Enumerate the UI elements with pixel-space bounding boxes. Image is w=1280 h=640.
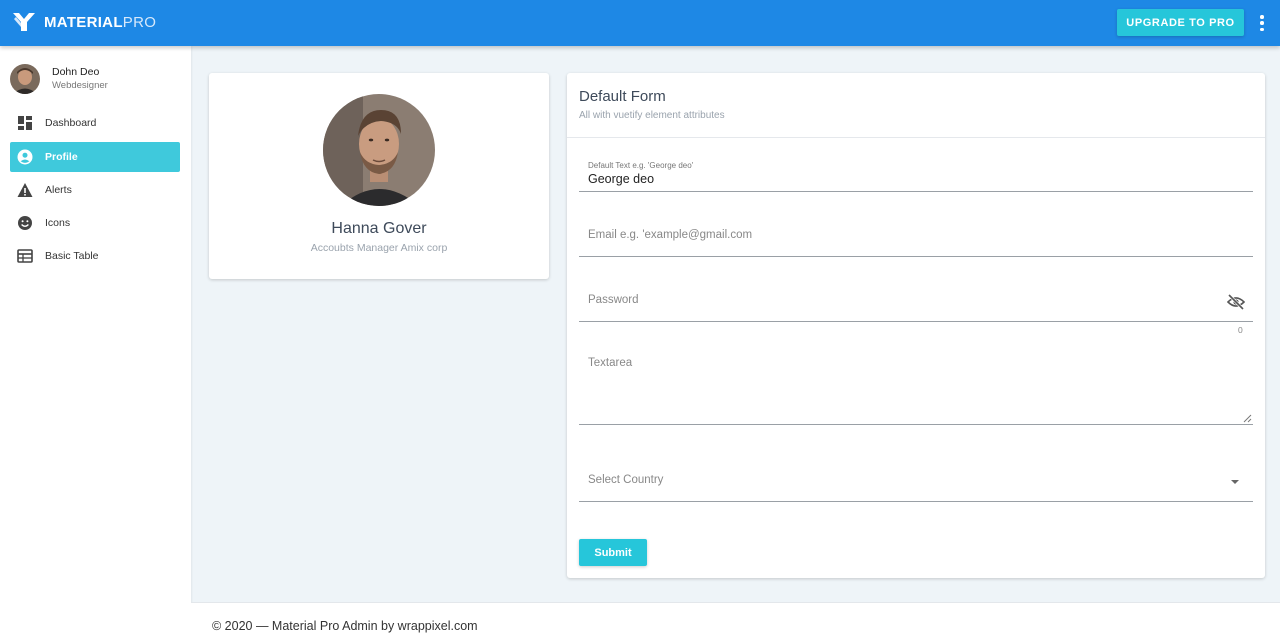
sidebar-item-label: Alerts: [45, 184, 72, 196]
top-app-bar: MATERIALPRO UPGRADE TO PRO: [0, 0, 1280, 46]
password-field-placeholder: Password: [588, 294, 639, 306]
resize-handle-icon[interactable]: [1243, 414, 1252, 423]
sidebar-item-profile[interactable]: Profile: [10, 142, 180, 172]
brand[interactable]: MATERIALPRO: [12, 11, 156, 33]
sidebar-item-label: Basic Table: [45, 250, 99, 262]
name-field-value: George deo: [588, 172, 655, 186]
logo-icon: [13, 13, 35, 31]
footer-text: © 2020 — Material Pro Admin by wrappixel…: [212, 619, 478, 633]
password-character-counter: 0: [1238, 325, 1243, 335]
user-name: Dohn Deo: [52, 66, 100, 78]
textarea-field[interactable]: Textarea: [579, 349, 1253, 425]
country-select[interactable]: Select Country: [579, 463, 1253, 502]
profile-role: Accoubts Manager Amix corp: [310, 242, 448, 254]
profile-card: Hanna Gover Accoubts Manager Amix corp: [209, 73, 549, 279]
eye-off-icon[interactable]: [1227, 293, 1245, 311]
sidebar-item-alerts[interactable]: Alerts: [10, 175, 180, 205]
sidebar-item-label: Profile: [45, 151, 78, 163]
brand-text-light: PRO: [122, 13, 157, 31]
brand-text-bold: MATERIAL: [44, 13, 123, 31]
sidebar-item-dashboard[interactable]: Dashboard: [10, 108, 180, 138]
more-vertical-icon[interactable]: [1254, 14, 1270, 32]
dashboard-icon: [18, 116, 32, 130]
dropdown-caret-icon: [1231, 480, 1239, 484]
profile-name: Hanna Gover: [331, 220, 427, 237]
brand-text: MATERIALPRO: [44, 14, 156, 31]
sidebar-item-icons[interactable]: Icons: [10, 208, 180, 238]
form-subtitle: All with vuetify element attributes: [579, 110, 725, 121]
email-field[interactable]: Email e.g. 'example@gmail.com: [579, 219, 1253, 257]
user-avatar: [10, 64, 40, 94]
alert-icon: [17, 183, 33, 197]
name-field[interactable]: Default Text e.g. 'George deo' George de…: [579, 153, 1253, 192]
name-field-label: Default Text e.g. 'George deo': [588, 161, 694, 170]
sidebar-item-label: Icons: [45, 217, 71, 229]
sidebar-item-label: Dashboard: [45, 117, 97, 129]
submit-button[interactable]: Submit: [579, 539, 647, 566]
default-form-card: Default Form All with vuetify element at…: [567, 73, 1265, 578]
password-field[interactable]: Password: [579, 283, 1253, 322]
country-select-placeholder: Select Country: [588, 474, 664, 486]
profile-avatar: [323, 94, 435, 206]
textarea-field-placeholder: Textarea: [588, 357, 633, 369]
emoticon-icon: [18, 216, 32, 230]
email-field-placeholder: Email e.g. 'example@gmail.com: [588, 229, 753, 241]
sidebar: Dohn Deo Webdesigner Dashboard Profile A…: [0, 46, 191, 640]
table-icon: [17, 249, 33, 263]
sidebar-user: Dohn Deo Webdesigner: [10, 64, 185, 94]
sidebar-item-basic-table[interactable]: Basic Table: [10, 241, 180, 271]
user-role: Webdesigner: [52, 80, 108, 91]
footer: © 2020 — Material Pro Admin by wrappixel…: [191, 602, 1280, 640]
account-circle-icon: [17, 149, 33, 165]
upgrade-to-pro-button[interactable]: UPGRADE TO PRO: [1117, 9, 1244, 36]
form-title: Default Form: [579, 88, 666, 105]
divider: [567, 137, 1265, 138]
